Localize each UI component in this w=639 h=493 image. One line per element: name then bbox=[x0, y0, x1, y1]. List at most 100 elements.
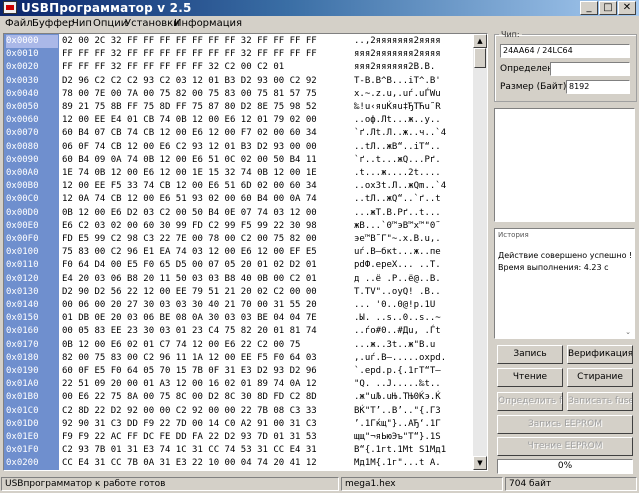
hex-row[interactable]: 0x00C0 12 0A 74 CB 12 00 E6 51 93 02 00 6… bbox=[4, 193, 474, 206]
close-icon[interactable]: ✕ bbox=[618, 1, 636, 15]
hex-row-ascii[interactable]: ..tЛ..жQ“..`ґ..t bbox=[354, 193, 441, 206]
hex-row-ascii[interactable]: В“{.1гt.1Мt S1Мд1 bbox=[354, 444, 446, 457]
hex-row-bytes[interactable]: 12 0A 74 CB 12 00 E6 51 93 02 00 60 B4 0… bbox=[62, 193, 317, 206]
hex-row-bytes[interactable]: 02 00 2C 32 FF FF FF FF FF FF FF 32 FF F… bbox=[62, 35, 317, 48]
verify-button[interactable]: Верификация bbox=[567, 345, 633, 364]
hex-row[interactable]: 0x0150 01 DB 0E 20 03 06 BE 08 0A 30 03 0… bbox=[4, 312, 474, 325]
hex-row-bytes[interactable]: FF FF FF 32 FF FF FF FF FF FF FF 32 FF F… bbox=[62, 48, 317, 61]
menu-chip[interactable]: Чип bbox=[72, 18, 92, 29]
hex-row-bytes[interactable]: 00 E6 22 75 8A 00 75 8C 00 D2 8C 30 8D F… bbox=[62, 391, 317, 404]
hex-row-bytes[interactable]: 82 00 75 83 00 C2 96 11 1A 12 00 EE F5 F… bbox=[62, 352, 317, 365]
hex-row-ascii[interactable]: щщ"¬яЬюЭъ"Т“}.1S bbox=[354, 431, 441, 444]
hex-row[interactable]: 0x0080 06 0F 74 CB 12 00 E6 C2 93 12 01 B… bbox=[4, 141, 474, 154]
hex-row-bytes[interactable]: 0B 12 00 E6 D2 03 C2 00 50 B4 0E 07 74 0… bbox=[62, 207, 317, 220]
hex-row[interactable]: 0x0130 D2 90 D2 56 22 12 00 EE 79 51 21 2… bbox=[4, 286, 474, 299]
hex-row-bytes[interactable]: E4 20 03 06 B8 20 11 50 03 03 B8 40 0B 0… bbox=[62, 273, 317, 286]
scroll-up-icon[interactable]: ▲ bbox=[473, 34, 487, 48]
detect-fuses-button[interactable]: Определить fuse bbox=[497, 392, 563, 411]
hex-row-bytes[interactable]: E6 C2 03 02 00 60 30 99 FD C2 99 F5 99 2… bbox=[62, 220, 317, 233]
hex-row[interactable]: 0x0090 60 B4 09 0A 74 0B 12 00 E6 51 0C 0… bbox=[4, 154, 474, 167]
hex-row[interactable]: 0x0160 00 05 83 EE 23 30 03 01 23 C4 75 8… bbox=[4, 325, 474, 338]
hex-row-ascii[interactable]: ... '0..0@!p.1U bbox=[354, 299, 441, 312]
maximize-icon[interactable]: □ bbox=[599, 1, 617, 15]
hex-row-ascii[interactable]: Мд1М{.1г"...t A. bbox=[354, 457, 441, 470]
read-button[interactable]: Чтение bbox=[497, 368, 563, 387]
hex-row-bytes[interactable]: 60 B4 09 0A 74 0B 12 00 E6 51 0C 02 00 5… bbox=[62, 154, 317, 167]
hex-row[interactable]: 0x01F0 C2 93 7B 01 31 E3 74 1C 31 CC 74 5… bbox=[4, 444, 474, 457]
menu-file[interactable]: Файл bbox=[5, 18, 33, 29]
hex-row-ascii[interactable]: яяя2яяяяяя2В.В. bbox=[354, 61, 435, 74]
hex-row[interactable]: 0x00F0 FD E5 99 C2 98 C3 22 7E 00 78 00 C… bbox=[4, 233, 474, 246]
hex-editor[interactable]: 0x0000 02 00 2C 32 FF FF FF FF FF FF FF 3… bbox=[3, 33, 488, 471]
hex-row-bytes[interactable]: 78 00 7E 00 7A 00 75 82 00 75 83 00 75 8… bbox=[62, 88, 317, 101]
hex-row-ascii[interactable]: ..ох3t.Л..жQm..`4 bbox=[354, 180, 446, 193]
hex-row-ascii[interactable]: .t...ж....2t.... bbox=[354, 167, 441, 180]
hex-row[interactable]: 0x0060 12 00 EE E4 01 CB 74 0B 12 00 E6 1… bbox=[4, 114, 474, 127]
hex-row-bytes[interactable]: 0B 12 00 E6 02 01 C7 74 12 00 E6 22 C2 0… bbox=[62, 339, 300, 352]
scroll-thumb[interactable] bbox=[474, 48, 486, 68]
hex-row-bytes[interactable]: FF FF FF 32 FF FF FF FF FF 32 C2 00 C2 0… bbox=[62, 61, 284, 74]
hex-row-bytes[interactable]: 89 21 75 8B FF 75 8D FF 75 87 80 D2 8E 7… bbox=[62, 101, 317, 114]
hex-row-ascii[interactable]: рdФ.ереХ... ..Т. bbox=[354, 259, 441, 272]
hex-row[interactable]: 0x01E0 F9 F9 22 AC FF DC FE DD FA 22 D2 9… bbox=[4, 431, 474, 444]
hex-row[interactable]: 0x0030 D2 96 C2 C2 C2 93 C2 03 12 01 B3 D… bbox=[4, 75, 474, 88]
hex-row-ascii[interactable]: .Ы. ..ѕ..0..ѕ..~ bbox=[354, 312, 441, 325]
hex-row[interactable]: 0x0190 60 0F E5 F0 64 05 70 15 7B 0F 31 E… bbox=[4, 365, 474, 378]
hex-row-bytes[interactable]: 75 83 00 C2 96 E1 EA 74 03 12 00 E6 12 0… bbox=[62, 246, 317, 259]
menu-options[interactable]: Опции bbox=[93, 18, 127, 29]
hex-row-bytes[interactable]: F0 64 D4 00 E5 F0 65 D5 00 07 05 20 01 0… bbox=[62, 259, 317, 272]
erase-button[interactable]: Стирание bbox=[567, 368, 633, 387]
hex-row-ascii[interactable]: ...ж..Зt..ж"В.u bbox=[354, 339, 435, 352]
hex-row[interactable]: 0x0050 89 21 75 8B FF 75 8D FF 75 87 80 D… bbox=[4, 101, 474, 114]
menu-info[interactable]: Информация bbox=[174, 18, 242, 29]
hex-row-bytes[interactable]: 06 0F 74 CB 12 00 E6 C2 93 12 01 B3 D2 9… bbox=[62, 141, 317, 154]
hex-row-ascii[interactable]: "Q. ..Ј.....‰t.. bbox=[354, 378, 441, 391]
hex-row-ascii[interactable]: `.ерd.p.{.1гТ“Т– bbox=[354, 365, 441, 378]
hex-row-bytes[interactable]: D2 96 C2 C2 C2 93 C2 03 12 01 B3 D2 93 0… bbox=[62, 75, 317, 88]
hex-row-ascii[interactable]: ..оф.Лt...ж..y.. bbox=[354, 114, 441, 127]
hex-row-ascii[interactable]: ‚.uѓ.В–.....охрd. bbox=[354, 352, 446, 365]
hex-row[interactable]: 0x0180 82 00 75 83 00 C2 96 11 1A 12 00 E… bbox=[4, 352, 474, 365]
hex-row[interactable]: 0x01D0 92 90 31 C3 DD F9 22 7D 00 14 C0 A… bbox=[4, 418, 474, 431]
hex-row[interactable]: 0x01A0 22 51 09 20 00 01 A3 12 00 16 02 0… bbox=[4, 378, 474, 391]
hex-scrollbar[interactable]: ▲ ▼ bbox=[473, 34, 487, 470]
menu-settings[interactable]: Установки bbox=[125, 18, 180, 29]
hex-row-bytes[interactable]: 60 0F E5 F0 64 05 70 15 7B 0F 31 E3 D2 9… bbox=[62, 365, 317, 378]
hex-row[interactable]: 0x00A0 1E 74 0B 12 00 E6 12 00 1E 15 32 7… bbox=[4, 167, 474, 180]
hex-row[interactable]: 0x0110 F0 64 D4 00 E5 F0 65 D5 00 07 05 2… bbox=[4, 259, 474, 272]
hex-row[interactable]: 0x00B0 12 00 EE F5 33 74 CB 12 00 E6 51 6… bbox=[4, 180, 474, 193]
hex-row[interactable]: 0x0170 0B 12 00 E6 02 01 C7 74 12 00 E6 2… bbox=[4, 339, 474, 352]
write-fuse-button[interactable]: Записать fuse bbox=[567, 392, 633, 411]
hex-row-ascii[interactable]: ‰!u‹яuЌяu‡ЂТЋu˜R bbox=[354, 101, 441, 114]
hex-row-ascii[interactable]: ВЌ"Т’..В’.."{.Г3 bbox=[354, 405, 441, 418]
hex-row-ascii[interactable]: uѓ.В–бкt...ж..пе bbox=[354, 246, 441, 259]
hex-row-bytes[interactable]: 00 05 83 EE 23 30 03 01 23 C4 75 82 20 0… bbox=[62, 325, 317, 338]
hex-row[interactable]: 0x0120 E4 20 03 06 B8 20 11 50 03 03 B8 4… bbox=[4, 273, 474, 286]
hex-row-bytes[interactable]: D2 90 D2 56 22 12 00 EE 79 51 21 20 02 C… bbox=[62, 286, 317, 299]
hex-row-ascii[interactable]: `ґ.Лt.Л..ж..ч..`4 bbox=[354, 127, 446, 140]
read-eeprom-button[interactable]: Чтение EEPROM bbox=[497, 437, 633, 456]
menu-buffer[interactable]: Буффер bbox=[32, 18, 74, 29]
hex-row-bytes[interactable]: C2 93 7B 01 31 E3 74 1C 31 CC 74 53 31 C… bbox=[62, 444, 317, 457]
hex-row-bytes[interactable]: 60 B4 07 CB 74 CB 12 00 E6 12 00 F7 02 0… bbox=[62, 127, 317, 140]
write-button[interactable]: Запись bbox=[497, 345, 563, 364]
hex-row[interactable]: 0x01B0 00 E6 22 75 8A 00 75 8C 00 D2 8C 3… bbox=[4, 391, 474, 404]
hex-row-ascii[interactable]: ..tЛ..жВ“..іТ“.. bbox=[354, 141, 441, 154]
hex-row-ascii[interactable]: эе™В˜Г"~.x.В.u‚. bbox=[354, 233, 441, 246]
hex-row-bytes[interactable]: FD E5 99 C2 98 C3 22 7E 00 78 00 C2 00 7… bbox=[62, 233, 317, 246]
hex-row-bytes[interactable]: 1E 74 0B 12 00 E6 12 00 1E 15 32 74 0B 1… bbox=[62, 167, 317, 180]
hex-row[interactable]: 0x0000 02 00 2C 32 FF FF FF FF FF FF FF 3… bbox=[4, 35, 474, 48]
hex-row-ascii[interactable]: жВ...`0™эВ™х™"0˜ bbox=[354, 220, 441, 233]
hex-row-bytes[interactable]: F9 F9 22 AC FF DC FE DD FA 22 D2 93 7D 0… bbox=[62, 431, 317, 444]
hex-row[interactable]: 0x0020 FF FF FF 32 FF FF FF FF FF 32 C2 0… bbox=[4, 61, 474, 74]
hex-row-bytes[interactable]: 00 06 00 20 27 30 03 03 30 40 21 70 00 3… bbox=[62, 299, 317, 312]
hex-row[interactable]: 0x01C0 C2 8D 22 D2 92 00 00 C2 92 00 00 2… bbox=[4, 405, 474, 418]
hex-row[interactable]: 0x0100 75 83 00 C2 96 E1 EA 74 03 12 00 E… bbox=[4, 246, 474, 259]
hex-row-bytes[interactable]: 12 00 EE F5 33 74 CB 12 00 E6 51 6D 02 0… bbox=[62, 180, 317, 193]
hex-row-bytes[interactable]: 01 DB 0E 20 03 06 BE 08 0A 30 03 03 BE 0… bbox=[62, 312, 317, 325]
hex-row-bytes[interactable]: 12 00 EE E4 01 CB 74 0B 12 00 E6 12 01 7… bbox=[62, 114, 317, 127]
hex-row-ascii[interactable]: ’.1Гќщ"}..АЂ‘.1Г bbox=[354, 418, 441, 431]
write-eeprom-button[interactable]: Запись EEPROM bbox=[497, 415, 633, 434]
hex-row-ascii[interactable]: д ..ё .P..ё@..В. bbox=[354, 273, 441, 286]
hex-row-ascii[interactable]: x.~.z.u‚.uѓ.uЃWu bbox=[354, 88, 441, 101]
